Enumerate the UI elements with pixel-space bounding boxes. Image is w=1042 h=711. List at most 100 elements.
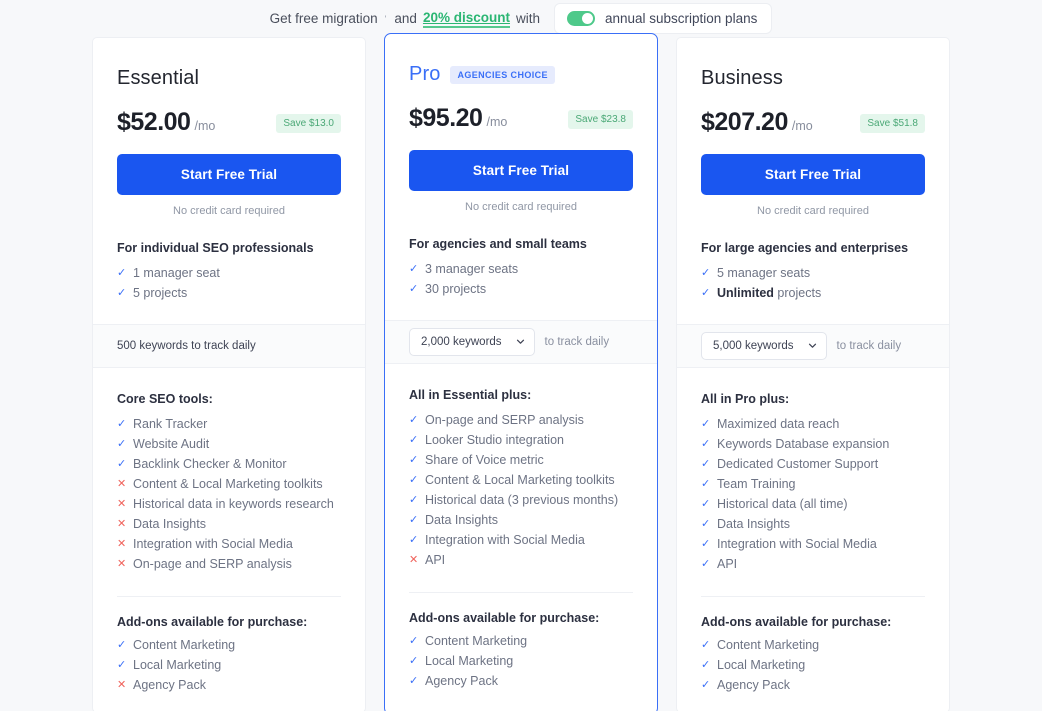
check-icon: ✓ (409, 433, 419, 446)
feature-item-label: Integration with Social Media (425, 532, 585, 547)
pricing-card-grid: Essential $52.00/mo Save $13.0 Start Free T… (0, 33, 1042, 711)
no-credit-card-note: No credit card required (465, 201, 577, 213)
keywords-suffix-label: to track daily (544, 335, 610, 348)
pricing-card-pro: Pro AGENCIES CHOICE $95.20/mo Save $23.8 Sta… (384, 33, 658, 711)
seats-list: ✓ 1 manager seat ✓ 5 projects (117, 264, 341, 304)
features-list: ✓ Maximized data reach ✓ Keywords Database … (701, 415, 925, 575)
no-credit-card-note: No credit card required (173, 205, 285, 217)
section-divider (409, 592, 633, 593)
keywords-select[interactable]: 2,000 keywords (409, 327, 535, 356)
feature-item: ✓ Content & Local Marketing toolkits (409, 471, 633, 491)
price-row: $52.00/mo Save $13.0 (117, 108, 341, 138)
check-icon: ✓ (409, 655, 419, 667)
feature-item-label: Team Training (717, 476, 796, 491)
check-icon: ✓ (701, 267, 711, 279)
feature-item-label: API (717, 556, 738, 571)
start-free-trial-button[interactable]: Start Free Trial (117, 154, 341, 195)
keywords-select[interactable]: 5,000 keywords (701, 331, 827, 360)
feature-item: ✓ Maximized data reach (701, 415, 925, 435)
keywords-select-value: 2,000 keywords (421, 335, 502, 348)
check-icon: ✓ (701, 287, 711, 299)
discount-link[interactable]: 20% discount (422, 10, 510, 28)
annual-billing-toggle-group[interactable]: annual subscription plans (553, 3, 773, 34)
addon-item-label: Content Marketing (425, 634, 528, 648)
feature-item: ✕ API (409, 551, 633, 571)
check-icon: ✓ (701, 517, 711, 530)
section-divider (701, 596, 925, 597)
features-list: ✓ Rank Tracker ✓ Website Audit ✓ Backlink Che… (117, 415, 341, 575)
switch-knob (581, 13, 593, 24)
feature-item: ✓ Team Training (701, 475, 925, 495)
feature-item-label: Integration with Social Media (133, 536, 293, 551)
seat-item-label: 3 manager seats (425, 262, 519, 276)
audience-title: For agencies and small teams (409, 237, 587, 251)
features-title: All in Essential plus: (409, 387, 532, 402)
card-features-section: All in Essential plus: ✓ On-page and SERP … (385, 388, 657, 692)
start-free-trial-button[interactable]: Start Free Trial (409, 150, 633, 191)
check-icon: ✓ (117, 457, 127, 470)
feature-item: ✓ Integration with Social Media (409, 531, 633, 551)
feature-item: ✓ Historical data (all time) (701, 495, 925, 515)
plan-heading: Essential (117, 38, 341, 90)
feature-item-label: Dedicated Customer Support (717, 456, 879, 471)
check-icon: ✓ (701, 679, 711, 691)
addon-item-label: Local Marketing (425, 654, 514, 668)
check-icon: ✓ (701, 557, 711, 570)
feature-item: ✓ Dedicated Customer Support (701, 455, 925, 475)
seat-item-label: 5 projects (133, 286, 188, 300)
keywords-band: 5,000 keywords to track daily (677, 323, 949, 368)
addon-item-label: Local Marketing (133, 658, 222, 672)
cross-icon: ✕ (117, 477, 127, 490)
seat-item: ✓ Unlimited projects (701, 284, 925, 304)
feature-item-label: Data Insights (717, 516, 790, 531)
check-icon: ✓ (701, 659, 711, 671)
no-credit-card-note: No credit card required (757, 205, 869, 217)
addons-list: ✓ Content Marketing ✓ Local Marketing ✓ Agenc… (701, 636, 925, 696)
feature-item: ✓ Integration with Social Media (701, 535, 925, 555)
keywords-static-label: 500 keywords to track daily (117, 339, 256, 352)
addon-item: ✓ Agency Pack (409, 672, 633, 692)
price-row: $95.20/mo Save $23.8 (409, 104, 633, 134)
seat-item: ✓ 5 manager seats (701, 264, 925, 284)
check-icon: ✓ (409, 453, 419, 466)
check-icon: ✓ (117, 287, 127, 299)
cross-icon: ✕ (117, 497, 127, 510)
feature-item: ✕ On-page and SERP analysis (117, 555, 341, 575)
plan-name: Pro (409, 63, 441, 85)
feature-item: ✓ Looker Studio integration (409, 431, 633, 451)
features-list: ✓ On-page and SERP analysis ✓ Looker Studio… (409, 411, 633, 571)
check-icon: ✓ (701, 477, 711, 490)
promo-bar: Get free migration ' and 20% discount wit… (0, 0, 1042, 37)
keywords-suffix-label: to track daily (836, 339, 902, 352)
audience-title: For individual SEO professionals (117, 241, 314, 255)
addon-item-label: Agency Pack (717, 678, 790, 692)
addon-item: ✕ Agency Pack (117, 676, 341, 696)
addon-item: ✓ Local Marketing (409, 652, 633, 672)
feature-item-label: Share of Voice metric (425, 452, 544, 467)
seat-item: ✓ 1 manager seat (117, 264, 341, 284)
savings-badge: Save $51.8 (860, 113, 925, 133)
pricing-card-essential: Essential $52.00/mo Save $13.0 Start Free T… (92, 37, 366, 711)
pricing-card-business: Business $207.20/mo Save $51.8 Start Free T… (676, 37, 950, 711)
check-icon: ✓ (409, 635, 419, 647)
check-icon: ✓ (701, 417, 711, 430)
feature-item-label: Maximized data reach (717, 416, 840, 431)
feature-item: ✓ Historical data (3 previous months) (409, 491, 633, 511)
feature-item: ✓ Share of Voice metric (409, 451, 633, 471)
annual-billing-switch[interactable] (566, 11, 595, 26)
addons-title: Add-ons available for purchase: (117, 615, 308, 629)
check-icon: ✓ (701, 457, 711, 470)
addon-item: ✓ Content Marketing (409, 632, 633, 652)
savings-badge: Save $13.0 (276, 113, 341, 133)
check-icon: ✓ (117, 659, 127, 671)
addon-item: ✓ Agency Pack (701, 676, 925, 696)
keywords-select-value: 5,000 keywords (713, 339, 794, 352)
feature-item: ✓ API (701, 555, 925, 575)
features-title: All in Pro plus: (701, 391, 790, 406)
start-free-trial-button[interactable]: Start Free Trial (701, 154, 925, 195)
feature-item: ✕ Historical data in keywords research (117, 495, 341, 515)
check-icon: ✓ (117, 267, 127, 279)
feature-item-label: On-page and SERP analysis (425, 412, 584, 427)
price-row: $207.20/mo Save $51.8 (701, 108, 925, 138)
feature-item: ✓ On-page and SERP analysis (409, 411, 633, 431)
